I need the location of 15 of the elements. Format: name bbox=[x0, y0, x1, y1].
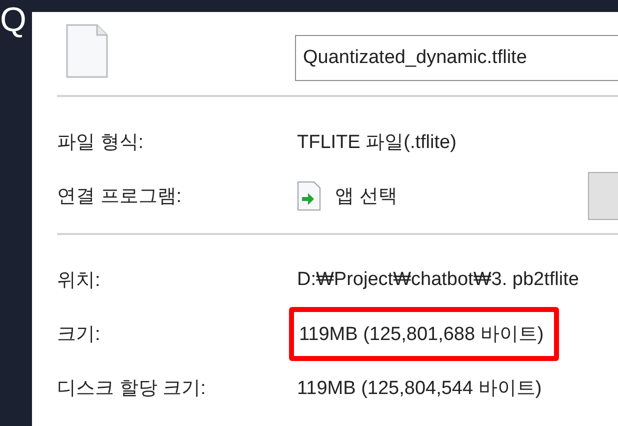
file-icon bbox=[66, 24, 108, 78]
app-choice-label: 앱 선택 bbox=[335, 185, 398, 209]
file-arrow-icon bbox=[297, 181, 321, 211]
property-label: 디스크 할당 크기: bbox=[57, 377, 207, 401]
highlighted-value: 119MB (125,801,688 바이트) bbox=[289, 307, 559, 361]
property-value: TFLITE 파일(.tflite) bbox=[297, 131, 456, 155]
property-label: 크기: bbox=[57, 323, 102, 347]
button[interactable] bbox=[588, 172, 618, 220]
file-name-field[interactable]: Quantizated_dynamic.tflite bbox=[295, 35, 618, 81]
property-label: 파일 형식: bbox=[57, 131, 145, 155]
property-value: D:₩Project₩chatbot₩3. pb2tflite bbox=[297, 269, 579, 291]
property-value: 119MB (125,804,544 바이트) bbox=[297, 377, 542, 401]
property-label: 위치: bbox=[57, 269, 102, 293]
property-label: 연결 프로그램: bbox=[57, 185, 183, 209]
window-title: Q bbox=[0, 0, 28, 40]
